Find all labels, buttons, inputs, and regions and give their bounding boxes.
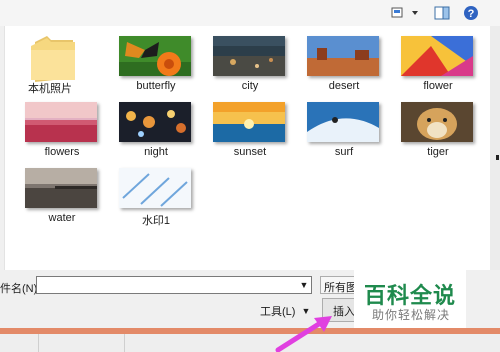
- list-item[interactable]: 水印1: [111, 162, 201, 228]
- list-item[interactable]: tiger: [393, 96, 483, 162]
- desert-thumbnail: [307, 36, 379, 76]
- svg-text:?: ?: [468, 8, 475, 20]
- list-item[interactable]: butterfly: [111, 30, 201, 96]
- help-button[interactable]: ?: [462, 4, 480, 22]
- list-item[interactable]: sunset: [205, 96, 295, 162]
- flowers-thumbnail: [25, 102, 97, 142]
- item-label: butterfly: [136, 80, 176, 92]
- list-item[interactable]: flower: [393, 30, 483, 96]
- watermark-thumbnail: [119, 168, 191, 208]
- butterfly-thumbnail: [119, 36, 191, 76]
- folder-icon: [31, 36, 75, 82]
- dialog-toolbar: ?: [0, 0, 500, 26]
- item-label: 本机照片: [28, 83, 72, 95]
- list-item[interactable]: city: [205, 30, 295, 96]
- chevron-down-icon: ▼: [299, 280, 309, 290]
- water-thumbnail: [25, 168, 97, 208]
- change-view-button[interactable]: [388, 4, 422, 22]
- city-thumbnail: [213, 36, 285, 76]
- item-label: flowers: [44, 146, 80, 158]
- chevron-down-icon: [412, 11, 418, 15]
- flower-thumbnail: [401, 36, 473, 76]
- item-label: sunset: [233, 146, 267, 158]
- item-label: desert: [328, 80, 360, 92]
- list-item[interactable]: flowers: [17, 96, 107, 162]
- list-item[interactable]: night: [111, 96, 201, 162]
- tiger-thumbnail: [401, 102, 473, 142]
- watermark-subtitle: 助你轻松解决: [372, 308, 451, 322]
- list-item[interactable]: desert: [299, 30, 389, 96]
- filename-field[interactable]: [36, 276, 312, 294]
- item-label: flower: [423, 80, 453, 92]
- site-watermark: 百科全说 助你轻松解决: [354, 268, 466, 328]
- sunset-thumbnail: [213, 102, 285, 142]
- surf-thumbnail: [307, 102, 379, 142]
- cursor-marker: [496, 155, 499, 160]
- taskbar-divider: [38, 334, 39, 352]
- file-list-view[interactable]: 本机照片 butterfly city desert flower flower…: [4, 26, 491, 270]
- view-icon: [391, 7, 418, 18]
- item-label: surf: [334, 146, 354, 158]
- filename-label: 件名(N):: [0, 283, 41, 295]
- preview-pane-icon: [434, 6, 450, 20]
- item-label: water: [48, 212, 76, 224]
- item-label: night: [144, 146, 168, 158]
- filename-dropdown-button[interactable]: ▼: [296, 276, 312, 294]
- item-label: 水印1: [141, 215, 171, 227]
- list-item[interactable]: surf: [299, 96, 389, 162]
- annotation-arrow-icon: [275, 316, 332, 352]
- scrollbar[interactable]: [490, 26, 500, 270]
- item-label: city: [241, 80, 259, 92]
- night-thumbnail: [119, 102, 191, 142]
- taskbar-divider: [124, 334, 125, 352]
- preview-pane-button[interactable]: [432, 4, 452, 22]
- list-item[interactable]: water: [17, 162, 107, 228]
- help-icon: ?: [464, 6, 478, 20]
- list-item[interactable]: 本机照片: [5, 30, 95, 96]
- item-label: tiger: [427, 146, 449, 158]
- taskbar: [0, 334, 500, 352]
